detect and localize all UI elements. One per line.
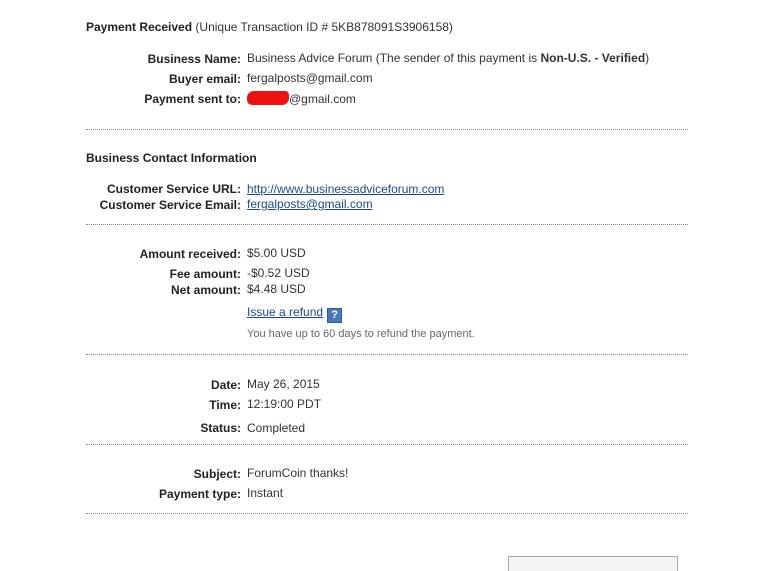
refund-row: Issue a refund? — [247, 305, 343, 323]
payment-type-value: Instant — [247, 486, 284, 500]
sender-status: Non-U.S. - Verified — [540, 51, 646, 65]
service-email-value: fergalposts@gmail.com — [247, 197, 373, 211]
date-value: May 26, 2015 — [247, 377, 320, 391]
refund-note: You have up to 60 days to refund the pay… — [247, 328, 475, 340]
business-name-close: ) — [645, 51, 650, 65]
page-title: Payment Received (Unique Transaction ID … — [86, 20, 453, 34]
sent-to-label: Payment sent to: — [144, 92, 241, 106]
service-url-value: http://www.businessadviceforum.com — [247, 182, 444, 196]
subject-value: ForumCoin thanks! — [247, 466, 349, 480]
net-amount-label: Net amount: — [171, 283, 241, 297]
business-name-label: Business Name: — [147, 52, 241, 66]
sent-to-domain: @gmail.com — [289, 92, 356, 106]
redaction-mark — [247, 91, 289, 105]
divider — [86, 444, 688, 445]
contact-heading: Business Contact Information — [86, 151, 257, 165]
fee-amount-label: Fee amount: — [169, 267, 241, 281]
amount-received-value: $5.00 USD — [247, 246, 306, 260]
sent-to-value: @gmail.com — [247, 91, 356, 106]
help-icon[interactable]: ? — [327, 308, 343, 323]
service-url-label: Customer Service URL: — [106, 182, 241, 196]
transaction-id: (Unique Transaction ID # 5KB878091S39061… — [195, 20, 453, 34]
subject-label: Subject: — [193, 467, 241, 481]
service-url-link[interactable]: http://www.businessadviceforum.com — [247, 182, 444, 196]
payment-type-label: Payment type: — [158, 487, 241, 501]
service-email-label: Customer Service Email: — [99, 198, 241, 212]
divider — [86, 129, 688, 130]
divider — [86, 513, 688, 514]
time-value: 12:19:00 PDT — [247, 397, 322, 411]
net-amount-value: $4.48 USD — [247, 282, 306, 296]
business-name-text: Business Advice Forum (The sender of thi… — [247, 51, 541, 65]
date-label: Date: — [210, 378, 241, 392]
status-label: Status: — [200, 421, 241, 435]
divider — [86, 354, 688, 355]
divider — [86, 224, 688, 225]
issue-refund-link[interactable]: Issue a refund — [247, 305, 323, 319]
amount-received-label: Amount received: — [139, 247, 241, 261]
buyer-email-label: Buyer email: — [168, 72, 241, 86]
time-label: Time: — [209, 398, 241, 412]
service-email-link[interactable]: fergalposts@gmail.com — [247, 197, 373, 211]
title-text: Payment Received — [86, 20, 193, 34]
fee-amount-value: -$0.52 USD — [247, 266, 310, 280]
action-button[interactable] — [508, 556, 678, 571]
status-value: Completed — [247, 421, 306, 435]
buyer-email-value: fergalposts@gmail.com — [247, 71, 373, 85]
business-name-value: Business Advice Forum (The sender of thi… — [247, 51, 649, 65]
